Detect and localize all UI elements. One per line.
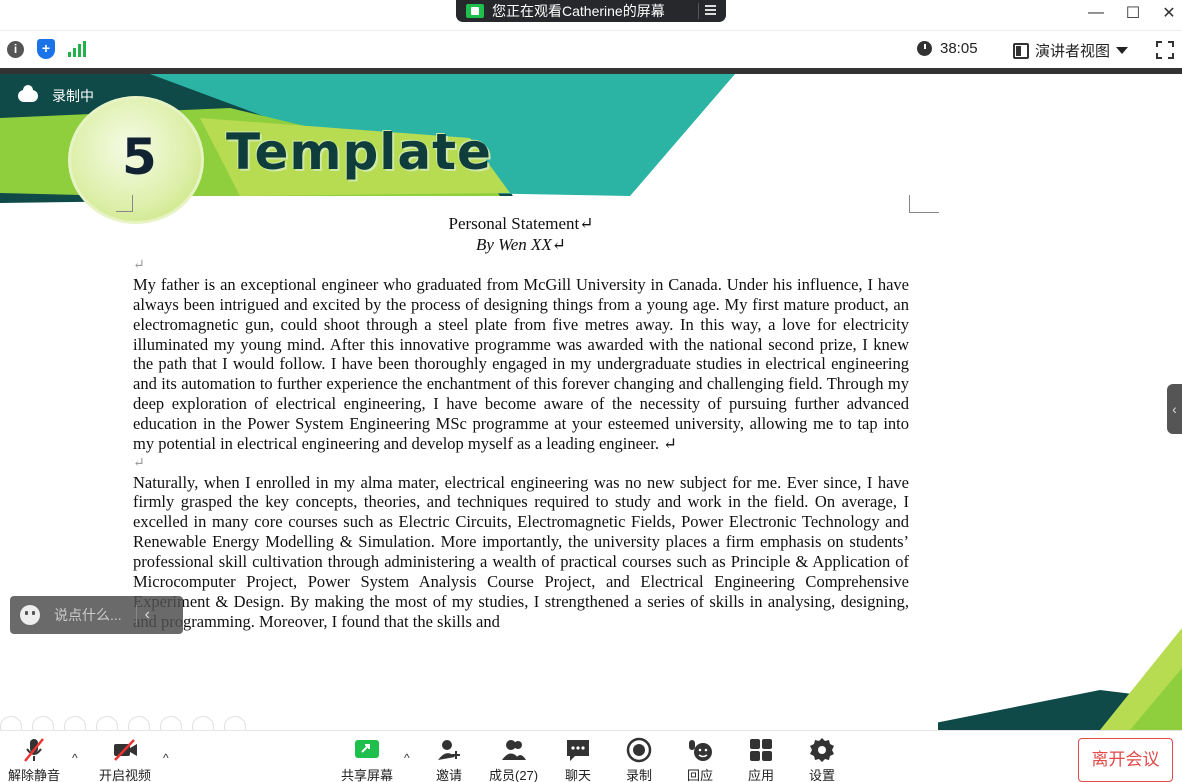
settings-icon bbox=[810, 738, 834, 762]
settings-label: 设置 bbox=[809, 768, 836, 782]
paragraph-mark: ↵ bbox=[133, 258, 145, 273]
page-corner-right bbox=[909, 195, 939, 213]
share-screen-label: 共享屏幕 bbox=[341, 768, 394, 782]
minimize-button[interactable]: — bbox=[1081, 2, 1111, 24]
video-options-caret[interactable]: ^ bbox=[163, 751, 169, 765]
menu-icon[interactable] bbox=[698, 3, 718, 19]
cloud-icon bbox=[18, 85, 38, 102]
viewing-share-banner[interactable]: 您正在观看Catherine的屏幕 bbox=[456, 0, 726, 22]
fullscreen-icon[interactable] bbox=[1156, 41, 1174, 59]
tool-icon[interactable] bbox=[192, 716, 214, 730]
mic-muted-icon bbox=[24, 738, 44, 762]
shield-icon[interactable]: + bbox=[37, 39, 55, 59]
slide-number: 5 bbox=[122, 128, 158, 186]
reactions-label: 回应 bbox=[687, 768, 714, 782]
tool-icon[interactable] bbox=[160, 716, 182, 730]
chat-placeholder: 说点什么... bbox=[54, 607, 122, 623]
tool-icon[interactable] bbox=[96, 716, 118, 730]
view-mode-label: 演讲者视图 bbox=[1035, 43, 1111, 60]
participants-button[interactable]: 成员(27) bbox=[489, 737, 538, 782]
meeting-info-bar: i + 38:05 演讲者视图 bbox=[0, 30, 1182, 68]
unmute-label: 解除静音 bbox=[8, 768, 61, 782]
recording-label: 录制中 bbox=[52, 88, 94, 104]
tool-icon[interactable] bbox=[32, 716, 54, 730]
document-byline: By Wen XX↵ bbox=[475, 235, 567, 254]
audio-options-caret[interactable]: ^ bbox=[72, 751, 78, 765]
share-options-caret[interactable]: ^ bbox=[404, 751, 410, 765]
shared-screen: 录制中 5 Template Personal Statement↵ By We… bbox=[0, 68, 1182, 730]
timer-text: 38:05 bbox=[940, 40, 978, 57]
record-button[interactable]: 录制 bbox=[626, 737, 652, 782]
screen-share-icon bbox=[466, 4, 484, 18]
paragraph-2: Naturally, when I enrolled in my alma ma… bbox=[133, 472, 909, 631]
chat-button[interactable]: 聊天 bbox=[565, 737, 591, 782]
meeting-toolbar: 解除静音 ^ 开启视频 ^ 共享屏幕 ^ 邀请 成员(27) 聊天 录制 回应 … bbox=[0, 730, 1182, 782]
apps-icon bbox=[750, 739, 772, 761]
document-title: Personal Statement↵ bbox=[448, 214, 594, 233]
tool-icon[interactable] bbox=[128, 716, 150, 730]
record-label: 录制 bbox=[626, 768, 653, 782]
info-icon[interactable]: i bbox=[7, 41, 24, 58]
chevron-left-icon[interactable]: ‹ bbox=[145, 606, 150, 624]
reactions-icon bbox=[689, 740, 712, 761]
document-content: Personal Statement↵ By Wen XX↵ ↵ My fath… bbox=[133, 214, 909, 631]
participants-icon bbox=[501, 740, 526, 760]
title-bar: 您正在观看Catherine的屏幕 — ☐ ✕ bbox=[0, 0, 1182, 30]
share-banner-text: 您正在观看Catherine的屏幕 bbox=[492, 3, 665, 19]
tool-icon[interactable] bbox=[0, 716, 22, 730]
slide-title: Template bbox=[226, 123, 492, 181]
start-video-button[interactable]: 开启视频 bbox=[99, 737, 151, 782]
share-screen-button[interactable]: 共享屏幕 bbox=[341, 737, 393, 782]
paragraph-1: My father is an exceptional engineer who… bbox=[133, 275, 909, 453]
chat-label: 聊天 bbox=[565, 768, 592, 782]
share-screen-icon bbox=[355, 740, 379, 758]
tool-icon[interactable] bbox=[224, 716, 246, 730]
annotation-tools bbox=[0, 716, 246, 730]
video-off-icon bbox=[114, 739, 137, 761]
paragraph-mark: ↵ bbox=[133, 455, 145, 471]
side-panel-toggle[interactable]: ‹ bbox=[1167, 384, 1182, 434]
tool-icon[interactable] bbox=[64, 716, 86, 730]
unmute-button[interactable]: 解除静音 bbox=[8, 737, 60, 782]
maximize-button[interactable]: ☐ bbox=[1118, 2, 1148, 24]
chat-icon bbox=[567, 740, 589, 761]
leave-meeting-button[interactable]: 离开会议 bbox=[1078, 738, 1173, 782]
clock-icon bbox=[917, 41, 932, 56]
speaker-view-icon bbox=[1013, 42, 1029, 59]
apps-label: 应用 bbox=[748, 768, 775, 782]
emoji-icon[interactable] bbox=[20, 605, 40, 625]
recording-indicator: 录制中 bbox=[18, 85, 94, 106]
settings-button[interactable]: 设置 bbox=[809, 737, 835, 782]
chevron-down-icon bbox=[1116, 47, 1129, 54]
page-corner-left bbox=[116, 195, 133, 212]
divider bbox=[135, 605, 137, 625]
apps-button[interactable]: 应用 bbox=[748, 737, 774, 782]
record-icon bbox=[626, 737, 652, 763]
close-button[interactable]: ✕ bbox=[1154, 2, 1182, 24]
signal-icon[interactable] bbox=[68, 41, 86, 57]
invite-label: 邀请 bbox=[436, 768, 463, 782]
view-mode-dropdown[interactable]: 演讲者视图 bbox=[1013, 40, 1129, 61]
chat-input[interactable]: 说点什么... ‹ bbox=[10, 596, 183, 634]
start-video-label: 开启视频 bbox=[99, 768, 152, 782]
meeting-timer: 38:05 bbox=[917, 40, 978, 57]
invite-icon bbox=[438, 740, 460, 760]
invite-button[interactable]: 邀请 bbox=[436, 737, 462, 782]
participants-label: 成员(27) bbox=[489, 768, 539, 782]
reactions-button[interactable]: 回应 bbox=[687, 737, 713, 782]
